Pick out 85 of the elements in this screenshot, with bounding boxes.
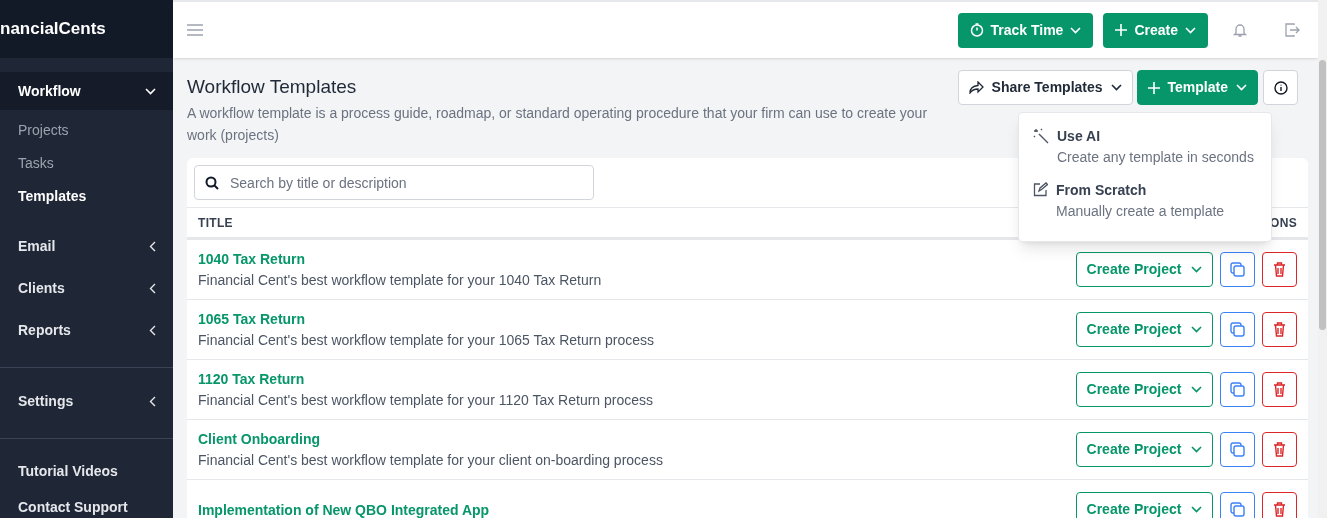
copy-icon <box>1230 442 1245 457</box>
page-title: Workflow Templates <box>187 75 358 99</box>
timer-icon <box>969 23 984 37</box>
header-button[interactable]: Create <box>1103 12 1208 48</box>
chevron-left-icon <box>149 240 156 252</box>
template-title-link[interactable]: Implementation of New QBO Integrated App <box>198 499 1076 518</box>
info-button[interactable] <box>1263 70 1298 105</box>
delete-button[interactable] <box>1262 312 1297 347</box>
chevron-down-icon <box>1191 326 1203 333</box>
plus-icon <box>1147 81 1160 94</box>
duplicate-button[interactable] <box>1220 312 1255 347</box>
info-icon <box>1273 80 1288 95</box>
bell-icon[interactable] <box>1232 22 1248 38</box>
plus-icon <box>1115 24 1128 36</box>
chevron-down-icon <box>1191 386 1203 393</box>
edit-icon <box>1033 182 1048 197</box>
sidebar-item[interactable]: Email <box>0 227 173 265</box>
sidebar-subitem[interactable]: Tasks <box>0 147 173 180</box>
sidebar-item[interactable]: Settings <box>0 382 173 420</box>
scrollbar[interactable] <box>1318 0 1327 518</box>
chevron-down-icon <box>1191 266 1203 273</box>
sidebar-item[interactable]: Clients <box>0 269 173 307</box>
chevron-down-icon <box>1236 84 1247 91</box>
menu-item-title: Use AI <box>1057 127 1102 146</box>
template-title-link[interactable]: 1120 Tax Return <box>198 368 1076 389</box>
sidebar-link[interactable]: Tutorial Videos <box>0 453 173 489</box>
header-button[interactable]: Track Time <box>957 12 1094 48</box>
page-description: A workflow template is a process guide, roadmap, or standard operating procedure that your firm can use to create your work (projects) <box>187 104 929 145</box>
template-title-link[interactable]: Client Onboarding <box>198 428 1076 449</box>
template-title-link[interactable]: 1065 Tax Return <box>198 308 1076 329</box>
chevron-down-icon <box>1070 26 1082 34</box>
menu-item-subtitle: Manually create a template <box>1056 202 1225 221</box>
create-project-button[interactable]: Create Project <box>1076 492 1213 518</box>
delete-button[interactable] <box>1262 492 1297 518</box>
create-project-button[interactable]: Create Project <box>1076 312 1213 347</box>
template-description: Financial Cent's best workflow template for your 1120 Tax Return process <box>198 390 655 410</box>
create-project-button[interactable]: Create Project <box>1076 252 1213 287</box>
trash-icon <box>1273 322 1286 337</box>
menu-icon[interactable] <box>187 24 203 36</box>
magic-wand-icon <box>1033 128 1049 144</box>
template-description: Financial Cent's best workflow template for your 1065 Tax Return process <box>198 330 656 350</box>
menu-item-subtitle: Create any template in seconds <box>1057 148 1254 167</box>
delete-button[interactable] <box>1262 372 1297 407</box>
template-title-link[interactable]: 1040 Tax Return <box>198 248 1076 269</box>
duplicate-button[interactable] <box>1220 492 1255 518</box>
copy-icon <box>1230 322 1245 337</box>
template-description: Financial Cent's best workflow template for your client on-boarding process <box>198 450 664 470</box>
duplicate-button[interactable] <box>1220 432 1255 467</box>
logout-icon[interactable] <box>1284 22 1300 38</box>
logo-text: nancialCents <box>0 18 106 41</box>
duplicate-button[interactable] <box>1220 252 1255 287</box>
template-button[interactable]: Template <box>1136 70 1258 105</box>
search-field[interactable]: Search by title or description <box>194 165 594 200</box>
create-project-button[interactable]: Create Project <box>1076 372 1213 407</box>
share-icon <box>968 81 984 94</box>
duplicate-button[interactable] <box>1220 372 1255 407</box>
delete-button[interactable] <box>1262 432 1297 467</box>
sidebar-link[interactable]: Contact Support <box>0 489 173 518</box>
menu-item[interactable]: From Scratch Manually create a template <box>1019 177 1271 225</box>
menu-item-title: From Scratch <box>1056 181 1148 200</box>
trash-icon <box>1273 382 1286 397</box>
delete-button[interactable] <box>1262 252 1297 287</box>
menu-item[interactable]: Use AI Create any template in seconds <box>1019 123 1271 171</box>
chevron-down-icon <box>1191 506 1203 513</box>
chevron-down-icon <box>1185 26 1196 34</box>
chevron-down-icon <box>1191 446 1203 453</box>
chevron-left-icon <box>149 395 156 407</box>
chevron-left-icon <box>149 324 156 336</box>
sidebar-item[interactable]: Workflow <box>0 72 173 110</box>
column-header: TITLE <box>198 214 233 232</box>
sidebar-subitem[interactable]: Projects <box>0 114 173 147</box>
chevron-down-icon <box>1110 84 1122 91</box>
sidebar-subitem[interactable]: Templates <box>0 180 173 213</box>
copy-icon <box>1230 262 1245 277</box>
copy-icon <box>1230 382 1245 397</box>
trash-icon <box>1273 502 1286 517</box>
template-description: Financial Cent's best workflow template for your 1040 Tax Return <box>198 270 603 290</box>
sidebar-item[interactable]: Reports <box>0 311 173 349</box>
trash-icon <box>1273 262 1286 277</box>
chevron-down-icon <box>145 87 156 95</box>
chevron-left-icon <box>149 282 156 294</box>
create-project-button[interactable]: Create Project <box>1076 432 1213 467</box>
share-button[interactable]: Share Templates <box>957 70 1133 105</box>
search-icon <box>205 176 219 190</box>
trash-icon <box>1273 442 1286 457</box>
